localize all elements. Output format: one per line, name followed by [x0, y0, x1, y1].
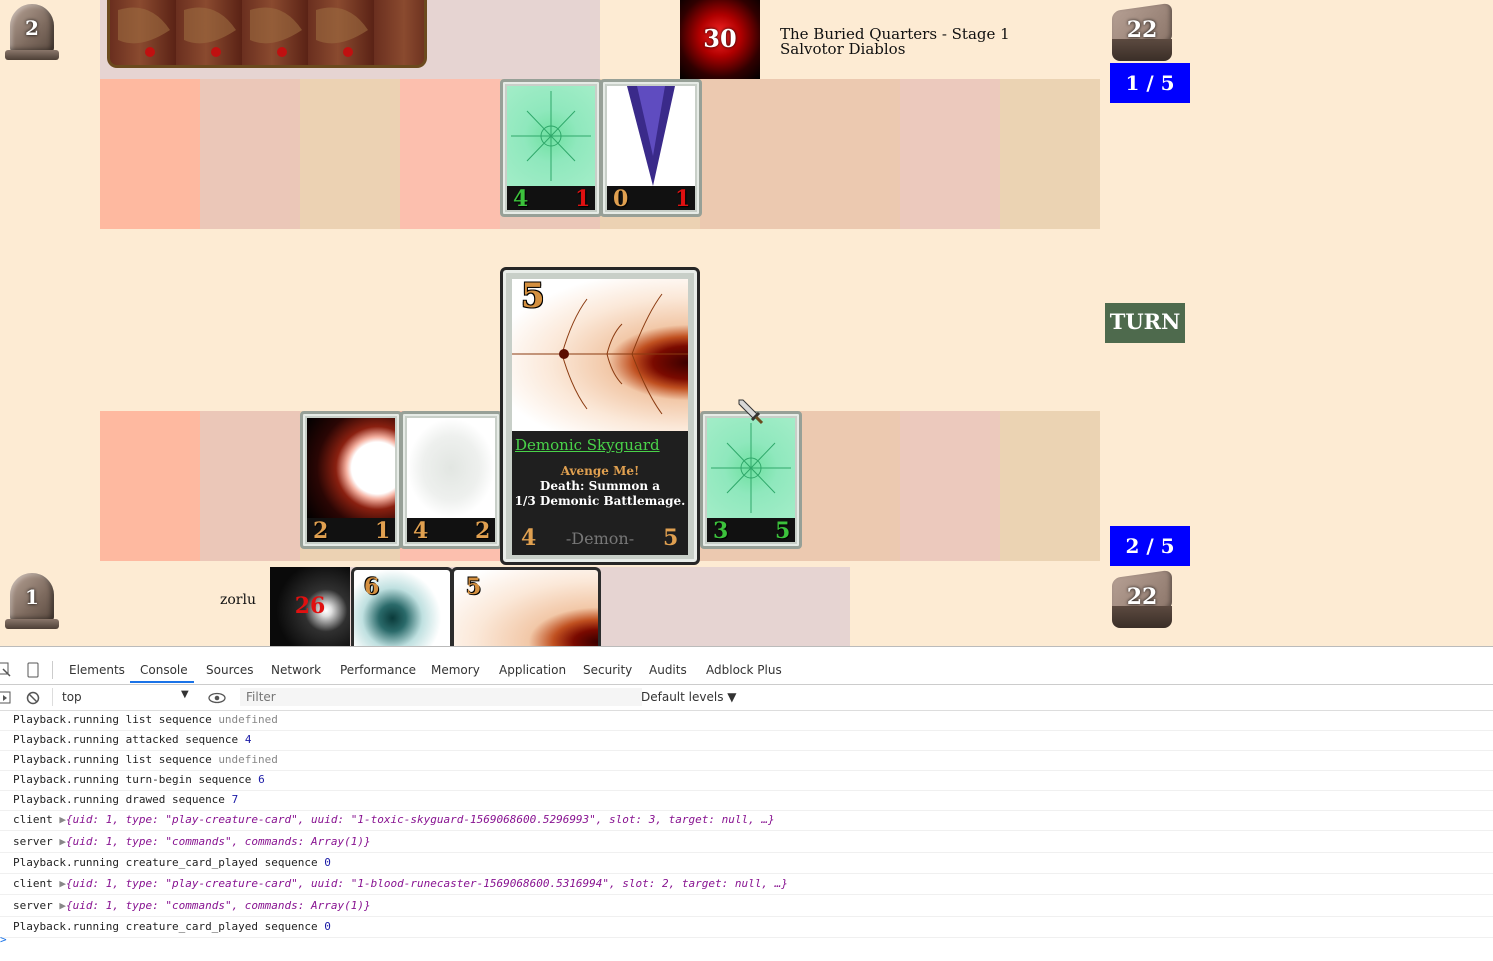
log-line[interactable]: server ▶{uid: 1, type: "commands", comma… [0, 832, 1493, 853]
player-card-health: 2 [475, 518, 491, 544]
tab-security[interactable]: Security [583, 663, 632, 677]
zoomed-card-ability-line1: Death: Summon a [539, 479, 661, 493]
opponent-slot-4[interactable] [400, 79, 500, 229]
log-line[interactable]: server ▶{uid: 1, type: "commands", comma… [0, 896, 1493, 917]
player-slot-10[interactable] [1000, 411, 1100, 561]
hand-card-cost: 6 [364, 574, 380, 600]
opponent-card-health: 1 [675, 186, 691, 212]
zoomed-card-health: 5 [663, 525, 679, 551]
chevron-down-icon: ▼ [181, 689, 189, 700]
show-sidebar-icon[interactable] [0, 691, 12, 705]
player-portrait[interactable]: 26 [270, 567, 350, 646]
context-select[interactable]: top ▼ [52, 688, 193, 706]
log-line: Playback.running list sequence undefined [0, 750, 1493, 771]
opponent-creature-card[interactable]: 0 1 [600, 79, 702, 217]
devtools-tabbar: Elements Console Sources Network Perform… [0, 657, 1493, 685]
opponent-hp: 30 [703, 24, 737, 53]
log-line: Playback.running creature_card_played se… [0, 853, 1493, 874]
opponent-slot-7[interactable] [700, 79, 800, 229]
opponent-slot-1[interactable] [100, 79, 200, 229]
player-hand-card[interactable]: 6 [351, 567, 453, 646]
opponent-deck-count: 22 [1126, 17, 1158, 43]
log-line: Playback.running drawed sequence 7 [0, 790, 1493, 811]
console-prompt[interactable]: > [0, 933, 7, 946]
opponent-card-health: 1 [575, 186, 591, 212]
player-card-health: 1 [375, 518, 391, 544]
tab-console[interactable]: Console [140, 663, 188, 677]
player-card-attack: 3 [713, 518, 729, 544]
opponent-slot-2[interactable] [200, 79, 300, 229]
zoomed-card-ability-line2: 1/3 Demonic Battlemage. [514, 494, 686, 508]
opponent-creature-card[interactable]: 4 1 [500, 79, 602, 217]
player-name: zorlu [220, 592, 256, 608]
tab-network[interactable]: Network [271, 663, 321, 677]
zoomed-card-cost: 5 [521, 276, 545, 316]
player-hand-card[interactable]: 5 [451, 567, 601, 646]
log-line: Playback.running list sequence undefined [0, 710, 1493, 731]
player-mana: 2 / 5 [1110, 526, 1190, 566]
devtools-panel: Elements Console Sources Network Perform… [0, 646, 1493, 961]
player-graveyard-count: 1 [25, 585, 39, 609]
active-tab-indicator [130, 681, 194, 683]
end-turn-button[interactable]: TURN [1105, 303, 1185, 343]
player-slot-9[interactable] [900, 411, 1000, 561]
tab-sources[interactable]: Sources [206, 663, 253, 677]
log-line[interactable]: client ▶{uid: 1, type: "play-creature-ca… [0, 810, 1493, 831]
opponent-graveyard-count: 2 [25, 16, 39, 40]
context-value: top [62, 690, 82, 704]
player-graveyard[interactable]: 1 [5, 571, 59, 629]
player-slot-2[interactable] [200, 411, 300, 561]
inspect-element-icon[interactable] [0, 662, 12, 678]
tab-elements[interactable]: Elements [69, 663, 125, 677]
opponent-slot-10[interactable] [1000, 79, 1100, 229]
clear-console-icon[interactable] [26, 691, 40, 705]
zoomed-card: 5 Demonic Skyguard Avenge Me! Death: Sum… [500, 267, 700, 565]
player-creature-card[interactable]: 2 1 [300, 411, 402, 549]
player-card-health: 5 [775, 518, 791, 544]
hand-card-cost: 5 [466, 574, 482, 600]
log-line: Playback.running turn-begin sequence 6 [0, 770, 1493, 791]
opponent-portrait[interactable]: 30 [680, 0, 760, 79]
opponent-card-attack: 4 [513, 186, 529, 212]
zoomed-card-name: Demonic Skyguard [515, 436, 660, 454]
opponent-mana: 1 / 5 [1110, 63, 1190, 103]
opponent-slot-9[interactable] [900, 79, 1000, 229]
tab-audits[interactable]: Audits [649, 663, 687, 677]
tab-performance[interactable]: Performance [340, 663, 416, 677]
player-deck[interactable]: 22 [1110, 569, 1176, 632]
zoomed-card-type: -Demon- [565, 529, 635, 548]
game-board: 2 30 The Buried Quarters - Stage 1 Salvo… [0, 0, 1493, 646]
player-creature-card[interactable]: 3 5 [700, 411, 802, 549]
tab-adblock-plus[interactable]: Adblock Plus [706, 663, 782, 677]
sword-cursor-icon [738, 399, 764, 425]
console-toolbar: top ▼ Default levels ▼ [0, 685, 1493, 711]
filter-input[interactable] [240, 688, 642, 706]
opponent-slot-8[interactable] [800, 79, 900, 229]
eye-icon[interactable] [208, 691, 226, 705]
opponent-name: Salvotor Diablos [780, 40, 906, 58]
opponent-slot-3[interactable] [300, 79, 400, 229]
tab-memory[interactable]: Memory [431, 663, 480, 677]
device-toolbar-icon[interactable] [25, 662, 41, 678]
player-creature-card[interactable]: 4 2 [400, 411, 502, 549]
player-slot-8[interactable] [800, 411, 900, 561]
player-deck-count: 22 [1126, 584, 1158, 610]
log-line: Playback.running creature_card_played se… [0, 917, 1493, 938]
console-log: Playback.running list sequence undefined… [0, 710, 1493, 950]
log-levels-select[interactable]: Default levels ▼ [641, 690, 737, 704]
log-line: Playback.running attacked sequence 4 [0, 730, 1493, 751]
tab-application[interactable]: Application [499, 663, 566, 677]
opponent-deck[interactable]: 22 [1110, 2, 1176, 65]
player-card-attack: 2 [313, 518, 329, 544]
log-line[interactable]: client ▶{uid: 1, type: "play-creature-ca… [0, 874, 1493, 895]
player-hp: 26 [294, 593, 326, 619]
player-slot-1[interactable] [100, 411, 200, 561]
opponent-card-attack: 0 [613, 186, 629, 212]
opponent-graveyard[interactable]: 2 [5, 2, 59, 60]
zoomed-card-ability-title: Avenge Me! [560, 464, 640, 478]
player-card-attack: 4 [413, 518, 429, 544]
opponent-hand-cards[interactable] [107, 0, 427, 68]
